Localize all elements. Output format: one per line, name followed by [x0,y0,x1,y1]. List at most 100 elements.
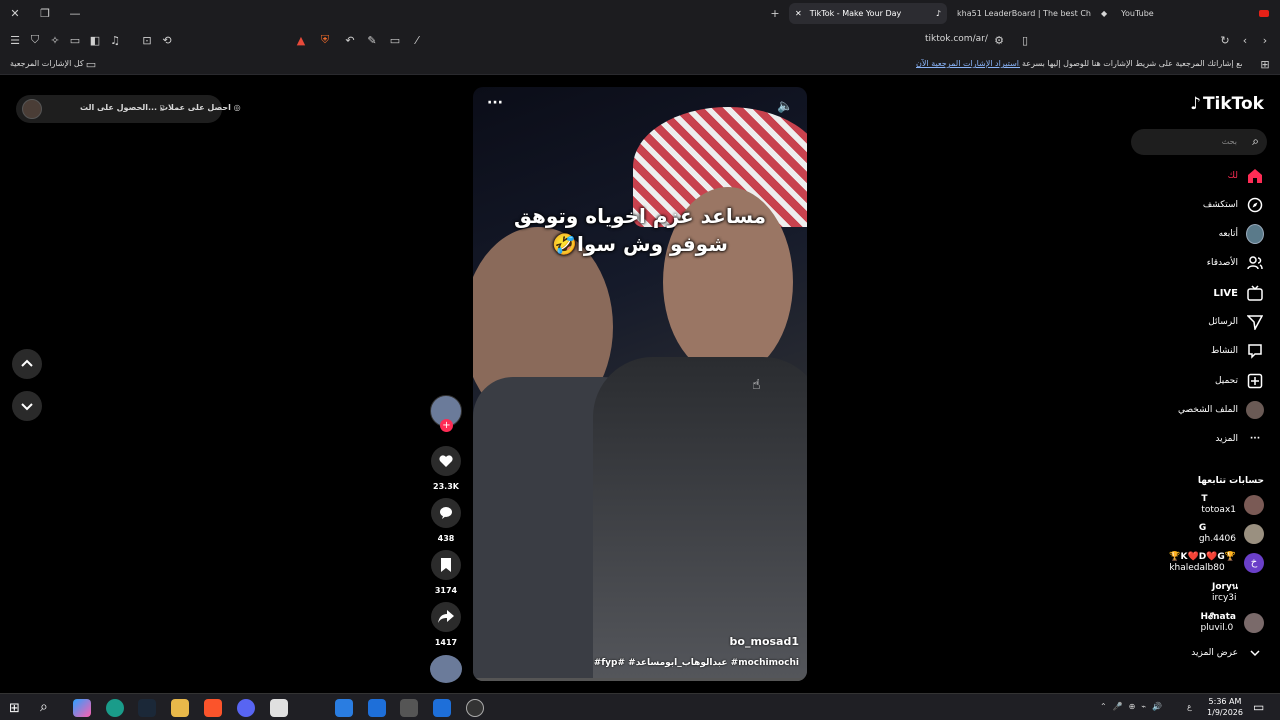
sidebar-item-live[interactable]: LIVE [1213,282,1264,304]
following-avatar-icon [1246,224,1264,244]
menu-icon[interactable]: ☰ [8,33,22,47]
avatar[interactable] [22,99,42,119]
forward-icon[interactable]: › [1258,33,1272,47]
address-bar-url[interactable]: tiktok.com/ar/ [925,34,988,44]
undo-icon[interactable]: ↶ [343,33,357,47]
heart-icon[interactable] [431,446,461,476]
previous-video-button[interactable] [12,349,42,379]
apps-grid-icon[interactable]: ⊞ [1258,57,1272,71]
sidebar-item-profile[interactable]: الملف الشخصي [1178,399,1264,421]
tab-leaderboard[interactable]: kha51 LeaderBoard | The best ChatB... [951,3,1091,24]
alert-icon[interactable]: ▲ [294,33,308,47]
shield-icon[interactable]: ⛉ [28,33,42,47]
sidebar-item-explore[interactable]: استكشف [1203,194,1264,216]
avatar: خ [1244,553,1264,573]
folder-icon[interactable]: ▭ [84,57,98,71]
puzzle-icon[interactable]: ✧ [48,33,62,47]
get-coins-button[interactable]: احصل على عملات ◎ [160,103,241,112]
screenshot-icon[interactable]: ⊡ [140,33,154,47]
back-icon[interactable]: ‹ [1238,33,1252,47]
site-settings-icon[interactable]: ⚙ [992,33,1006,47]
restore-window-icon[interactable]: ❐ [38,6,52,20]
tab-youtube[interactable]: ◆ YouTube [1095,3,1275,24]
edge-icon[interactable] [106,699,124,717]
store-icon[interactable] [270,699,288,717]
mail-icon[interactable] [335,699,353,717]
file-explorer-icon[interactable] [171,699,189,717]
copilot-icon[interactable] [73,699,91,717]
sidebar-item-messages[interactable]: الرسائل [1208,311,1264,333]
comment-action[interactable]: 438 [431,498,461,543]
more-options-icon[interactable]: ··· [487,95,503,111]
bookmarks-hint: ضع إشاراتك المرجعية على شريط الإشارات هن… [1022,59,1242,68]
pen-icon[interactable]: ✎ [365,33,379,47]
sidebar-icon[interactable]: ◧ [88,33,102,47]
promo-pill: الحصول على الت... ▯ احصل على عملات ◎ [16,95,241,123]
share-icon[interactable] [431,602,461,632]
system-tray-icons[interactable]: ⌃🎤⊕⌁🔊 [1100,702,1168,711]
sidebar-item-more[interactable]: ··· المزيد [1215,428,1264,450]
start-icon[interactable]: ⊞ [9,701,20,716]
sidebar-item-upload[interactable]: تحميل [1215,370,1264,392]
volume-icon[interactable]: 🔈 [777,99,793,114]
following-account[interactable]: خ 🏆K❤️D❤️G🏆 khaledalb80 [1169,552,1264,574]
import-bookmarks-link[interactable]: استيراد الإشارات المرجعية الآن... [916,59,1020,68]
sidebar-item-foryou[interactable]: لك [1228,165,1264,187]
new-tab-icon[interactable]: + [768,6,782,20]
brave-icon[interactable] [204,699,222,717]
window-icon[interactable]: ▭ [388,33,402,47]
all-bookmarks-label[interactable]: كل الإشارات المرجعية [10,59,84,68]
video-figure-man-body [593,357,807,681]
search-input[interactable]: بحث ⌕ [1131,129,1267,155]
extension-icon[interactable]: ⟲ [160,33,174,47]
bookmarks-bar: كل الإشارات المرجعية ▭ استيراد الإشارات … [0,53,1280,75]
following-account[interactable]: Ttotoax1 [1201,494,1264,516]
following-account[interactable]: H𝓔nata pluvil.0 [1200,612,1264,634]
video-player[interactable]: مساعد عزم اخوياه وتوهق شوفو وش سوا🤣 ··· … [473,87,807,681]
tabs-icon[interactable]: ▭ [68,33,82,47]
obs-icon[interactable] [466,699,484,717]
video-author[interactable]: bo_mosad1 [730,635,799,648]
video-hashtags[interactable]: #fyp# #عبدالوهاب_ابومساعد #mochimochi [594,658,799,668]
clock[interactable]: 5:36 AM 1/9/2026 [1205,696,1245,718]
brave-shield-icon[interactable]: ⛨ [318,33,332,47]
close-tab-icon[interactable]: ✕ [795,9,802,18]
bookmark-icon[interactable]: ▯ [1018,33,1032,47]
profile-icon [1246,401,1264,419]
save-action[interactable]: 3174 [431,550,461,595]
app-icon[interactable] [433,699,451,717]
comment-icon[interactable] [431,498,461,528]
music-icon[interactable]: ♫ [108,33,122,47]
sidebar-item-following[interactable]: أتابعه [1219,223,1264,245]
sidebar-item-friends[interactable]: الأصدقاء [1207,252,1264,274]
app-icon[interactable] [368,699,386,717]
search-icon[interactable]: ⌕ [40,699,48,715]
progress-bar[interactable] [473,678,807,681]
see-more-button[interactable]: عرض المزيد [1191,642,1264,664]
bookmark-save-icon[interactable] [431,550,461,580]
discord-icon[interactable] [237,699,255,717]
browser-toolbar: ☰ ⛉ ✧ ▭ ◧ ♫ ⊡ ⟲ ▲ ⛨ ↶ ✎ ▭ ⁄ tiktok.com/a… [0,27,1280,53]
reader-icon[interactable]: ⁄ [410,33,424,47]
music-disc-icon[interactable] [430,655,462,683]
reload-icon[interactable]: ↻ [1218,33,1232,47]
minimize-window-icon[interactable]: — [68,6,82,20]
next-video-button[interactable] [12,391,42,421]
settings-icon[interactable] [400,699,418,717]
following-account[interactable]: Joryน ircy3i [1212,582,1238,604]
close-window-icon[interactable]: ✕ [8,6,22,20]
get-app-button[interactable]: الحصول على الت... ▯ [80,103,164,112]
follow-plus-icon[interactable]: + [440,419,453,432]
steam-icon[interactable] [138,699,156,717]
search-icon[interactable]: ⌕ [1252,134,1259,149]
like-count: 23.3K [433,482,459,491]
sidebar-item-activity[interactable]: النشاط [1211,340,1264,362]
like-action[interactable]: 23.3K [431,446,461,491]
language-indicator[interactable]: ع [1187,702,1192,711]
share-action[interactable]: 1417 [431,602,461,647]
notifications-icon[interactable]: ▭ [1253,700,1264,714]
share-count: 1417 [434,638,458,647]
following-account[interactable]: Ggh.4406 [1199,523,1264,545]
tab-tiktok[interactable]: ✕ TikTok - Make Your Day ♪ [789,3,947,24]
tiktok-logo[interactable]: ♪ TikTok [1190,94,1264,114]
